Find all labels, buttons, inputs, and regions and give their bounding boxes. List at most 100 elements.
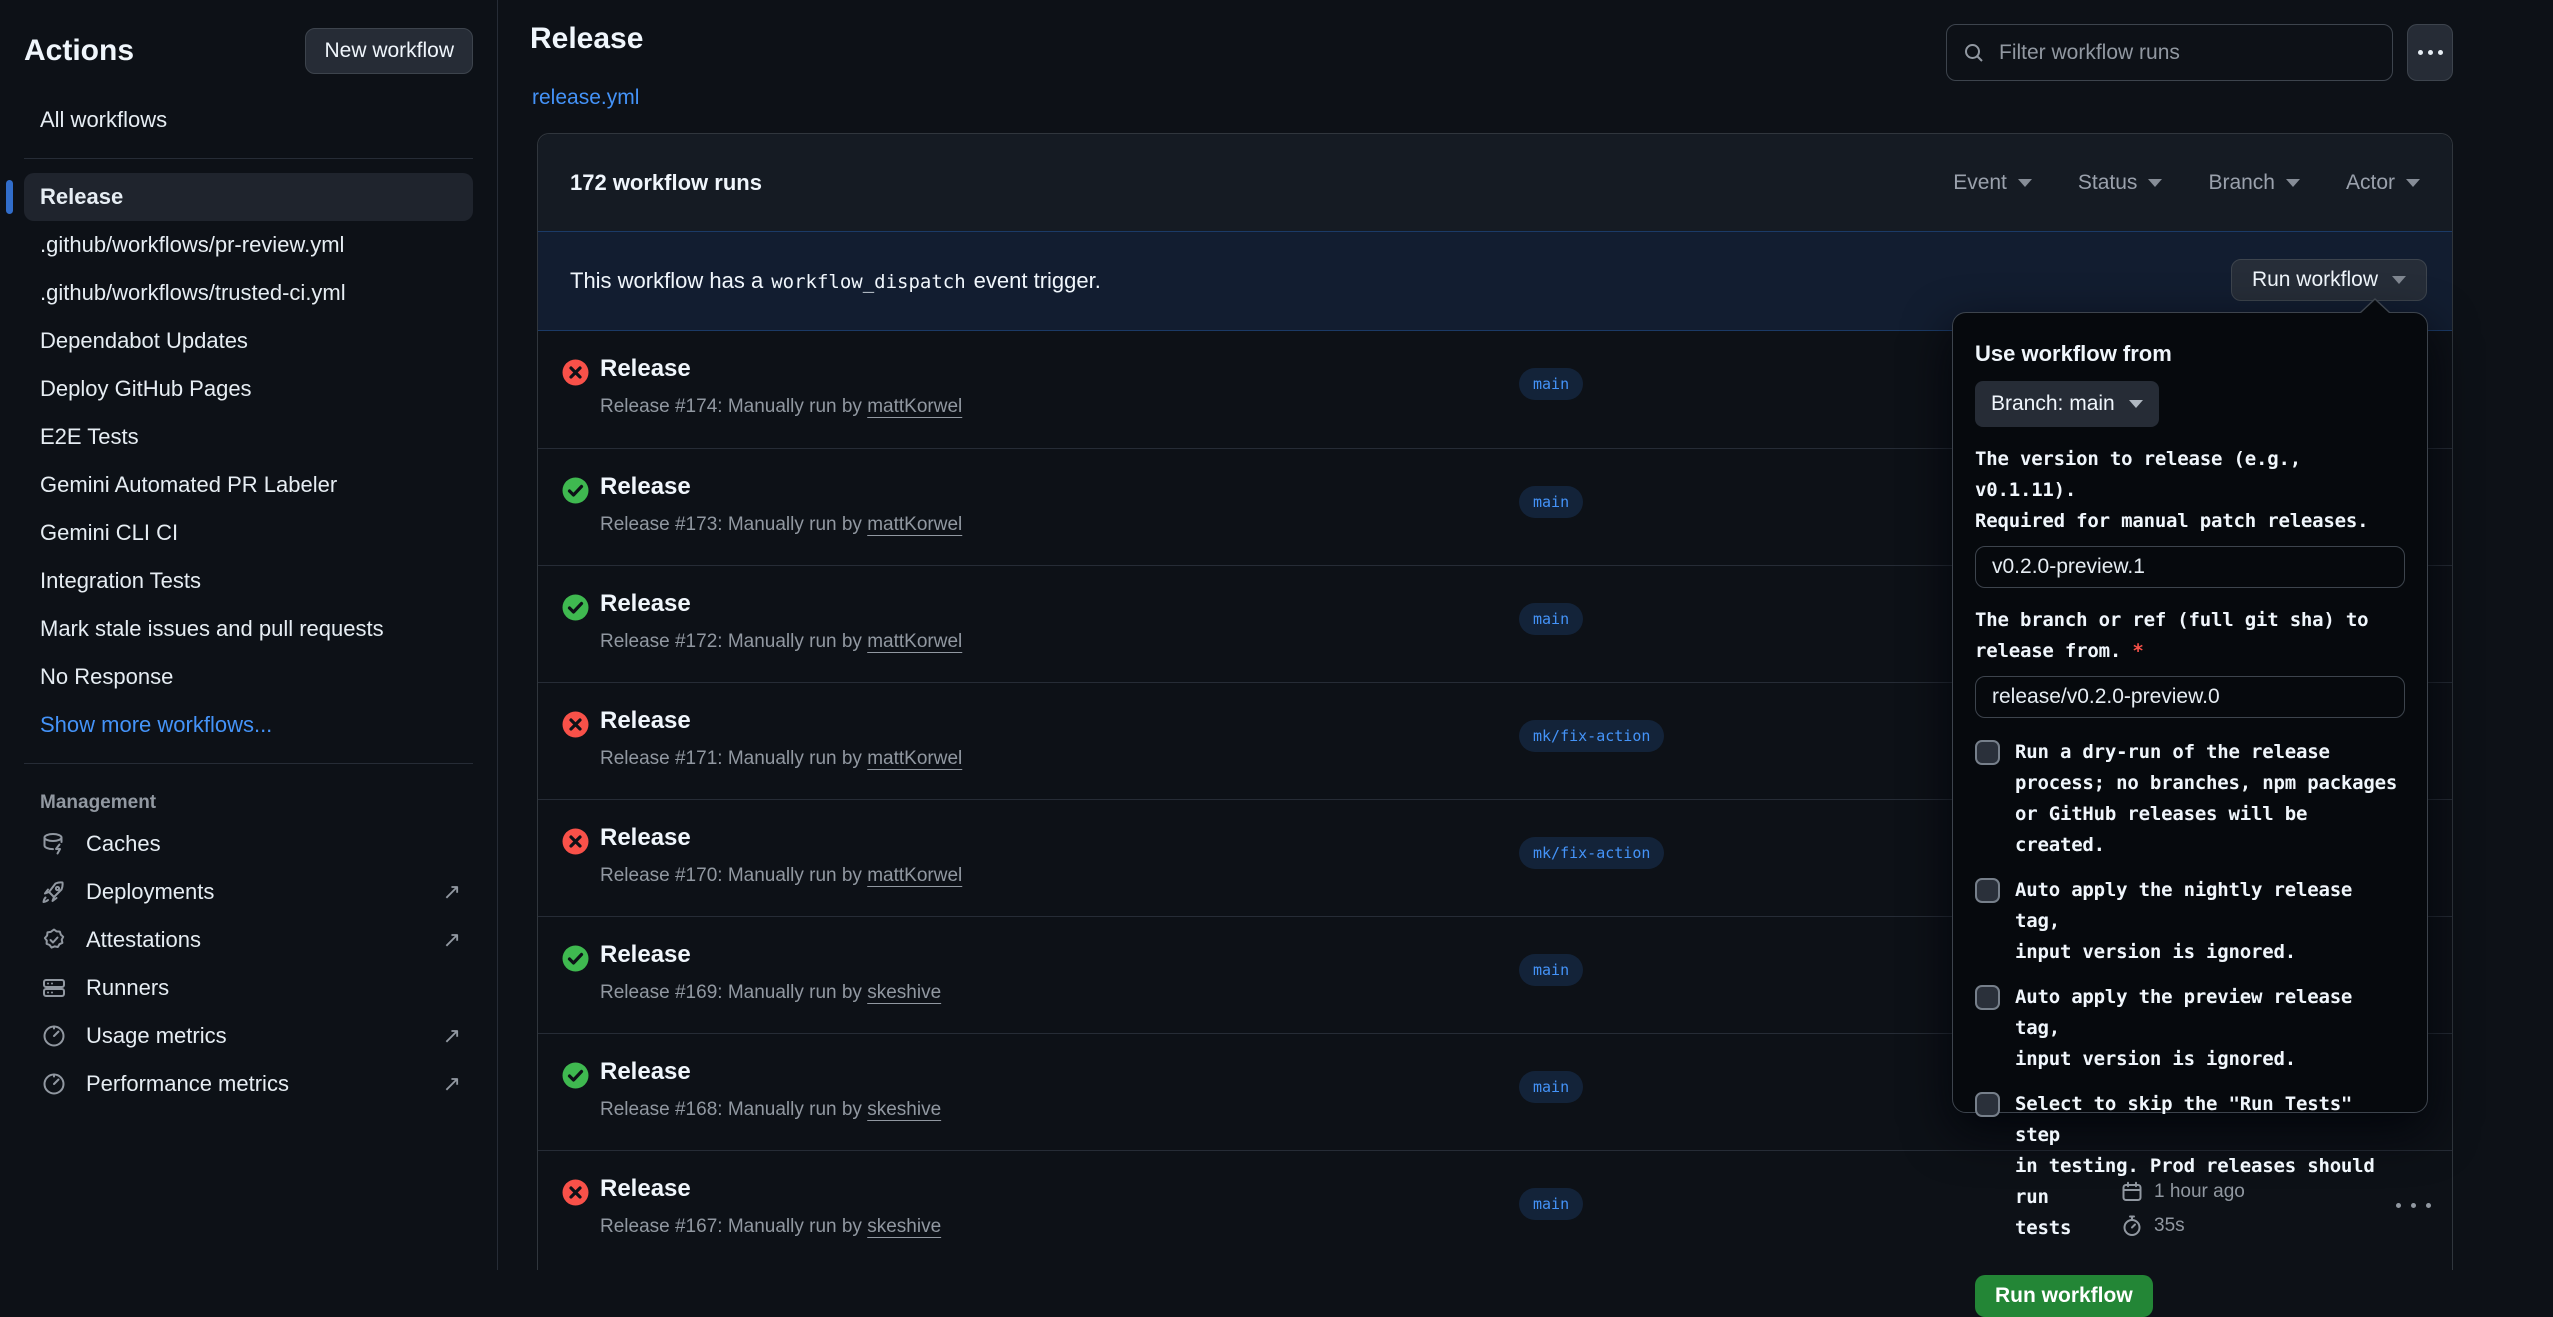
checkbox[interactable] [1975, 1092, 2000, 1117]
sidebar-item-no-response[interactable]: No Response [24, 653, 473, 701]
sidebar-item-caches[interactable]: Caches [24, 820, 473, 868]
usage-metrics-icon [40, 1022, 68, 1050]
sidebar-item-release[interactable]: Release [24, 173, 473, 221]
runs-list-header: 172 workflow runs Event Status Branch Actor [538, 134, 2452, 231]
run-title[interactable]: Release [600, 1175, 941, 1203]
actor-link[interactable]: skeshive [867, 1216, 941, 1237]
runs-count: 172 workflow runs [570, 170, 762, 196]
version-input[interactable] [1975, 546, 2405, 588]
actor-link[interactable]: mattKorwel [867, 396, 962, 417]
sidebar-item-attestations[interactable]: Attestations↗ [24, 916, 473, 964]
run-title[interactable]: Release [600, 1058, 941, 1086]
runners-icon [40, 974, 68, 1002]
sidebar-item-integration-tests[interactable]: Integration Tests [24, 557, 473, 605]
run-workflow-submit-button[interactable]: Run workflow [1975, 1275, 2153, 1317]
workflow-file-link[interactable]: release.yml [532, 86, 639, 110]
workflow-options-kebab-button[interactable] [2407, 24, 2453, 81]
checkbox[interactable] [1975, 985, 2000, 1010]
ref-input-description: The branch or ref (full git sha) to rele… [1975, 605, 2405, 667]
sidebar-item-performance-metrics[interactable]: Performance metrics↗ [24, 1060, 473, 1108]
checkbox-label: Auto apply the preview release tag, inpu… [2015, 982, 2405, 1075]
external-link-icon: ↗ [443, 1071, 461, 1097]
runs-filters: Event Status Branch Actor [1953, 171, 2420, 195]
chevron-down-icon [2148, 179, 2162, 187]
filter-event-dropdown[interactable]: Event [1953, 171, 2032, 195]
branch-badge[interactable]: main [1519, 368, 1583, 400]
required-asterisk: * [2132, 640, 2143, 662]
actor-link[interactable]: mattKorwel [867, 865, 962, 886]
branch-badge[interactable]: main [1519, 486, 1583, 518]
failure-icon [562, 1179, 589, 1211]
sidebar-item-github-workflows-pr-review-yml[interactable]: .github/workflows/pr-review.yml [24, 221, 473, 269]
checkbox[interactable] [1975, 878, 2000, 903]
sidebar-item-usage-metrics[interactable]: Usage metrics↗ [24, 1012, 473, 1060]
run-title[interactable]: Release [600, 590, 962, 618]
sidebar-item-gemini-automated-pr-labeler[interactable]: Gemini Automated PR Labeler [24, 461, 473, 509]
sidebar-item-deploy-github-pages[interactable]: Deploy GitHub Pages [24, 365, 473, 413]
attestations-icon [40, 926, 68, 954]
run-subtitle: Release #172: Manually run by mattKorwel [600, 631, 962, 653]
filter-workflow-runs-input[interactable]: Filter workflow runs [1946, 24, 2393, 81]
sidebar-item-all-workflows[interactable]: All workflows [24, 96, 473, 144]
chevron-down-icon [2392, 276, 2406, 284]
run-title[interactable]: Release [600, 824, 962, 852]
sidebar-item-show-more-workflows[interactable]: Show more workflows... [24, 701, 473, 749]
run-subtitle: Release #168: Manually run by skeshive [600, 1099, 941, 1121]
actor-link[interactable]: skeshive [867, 982, 941, 1003]
sidebar-item-deployments[interactable]: Deployments↗ [24, 868, 473, 916]
sidebar-item-e2e-tests[interactable]: E2E Tests [24, 413, 473, 461]
run-workflow-dropdown-button[interactable]: Run workflow [2231, 259, 2427, 301]
success-icon [562, 594, 589, 626]
new-workflow-button[interactable]: New workflow [305, 28, 473, 74]
external-link-icon: ↗ [443, 1023, 461, 1049]
actor-link[interactable]: skeshive [867, 1099, 941, 1120]
sidebar-item-gemini-cli-ci[interactable]: Gemini CLI CI [24, 509, 473, 557]
run-title[interactable]: Release [600, 941, 941, 969]
sidebar-item-label: Attestations [86, 927, 201, 953]
management-list: CachesDeployments↗Attestations↗RunnersUs… [24, 820, 473, 1108]
management-section-label: Management [24, 778, 473, 820]
ref-input[interactable] [1975, 676, 2405, 718]
branch-badge[interactable]: main [1519, 954, 1583, 986]
run-title[interactable]: Release [600, 355, 962, 383]
failure-icon [562, 359, 589, 391]
branch-badge[interactable]: main [1519, 1071, 1583, 1103]
filter-branch-dropdown[interactable]: Branch [2208, 171, 2300, 195]
checkbox[interactable] [1975, 740, 2000, 765]
search-icon [1963, 42, 1985, 64]
panel-checkbox-group: Auto apply the preview release tag, inpu… [1975, 982, 2405, 1075]
failure-icon [562, 828, 589, 860]
filter-actor-dropdown[interactable]: Actor [2346, 171, 2420, 195]
branch-badge[interactable]: main [1519, 603, 1583, 635]
workflow-dispatch-code: workflow_dispatch [763, 271, 973, 293]
chevron-down-icon [2129, 400, 2143, 408]
sidebar-item-runners[interactable]: Runners [24, 964, 473, 1012]
sidebar-item-label: Deployments [86, 879, 214, 905]
branch-badge[interactable]: main [1519, 1188, 1583, 1220]
sidebar-item-github-workflows-trusted-ci-yml[interactable]: .github/workflows/trusted-ci.yml [24, 269, 473, 317]
panel-checkbox-groups: Run a dry-run of the release process; no… [1975, 737, 2405, 1244]
branch-selector-button[interactable]: Branch: main [1975, 381, 2159, 427]
branch-badge[interactable]: mk/fix-action [1519, 720, 1664, 752]
sidebar-item-label: Runners [86, 975, 169, 1001]
filter-status-dropdown[interactable]: Status [2078, 171, 2163, 195]
panel-checkbox-group: Auto apply the nightly release tag, inpu… [1975, 875, 2405, 968]
actor-link[interactable]: mattKorwel [867, 748, 962, 769]
actions-sidebar: Actions New workflow All workflows Relea… [0, 0, 498, 1270]
panel-checkbox-group: Select to skip the "Run Tests" step in t… [1975, 1089, 2405, 1244]
run-title[interactable]: Release [600, 473, 962, 501]
actor-link[interactable]: mattKorwel [867, 514, 962, 535]
actor-link[interactable]: mattKorwel [867, 631, 962, 652]
sidebar-item-mark-stale-issues-and-pull-requests[interactable]: Mark stale issues and pull requests [24, 605, 473, 653]
run-subtitle: Release #170: Manually run by mattKorwel [600, 865, 962, 887]
filter-placeholder: Filter workflow runs [1999, 41, 2180, 65]
failure-icon [562, 711, 589, 743]
sidebar-item-dependabot-updates[interactable]: Dependabot Updates [24, 317, 473, 365]
run-title[interactable]: Release [600, 707, 962, 735]
caches-icon [40, 830, 68, 858]
workflow-list: Release.github/workflows/pr-review.yml.g… [24, 173, 473, 749]
success-icon [562, 945, 589, 977]
branch-badge[interactable]: mk/fix-action [1519, 837, 1664, 869]
run-subtitle: Release #171: Manually run by mattKorwel [600, 748, 962, 770]
chevron-down-icon [2018, 179, 2032, 187]
